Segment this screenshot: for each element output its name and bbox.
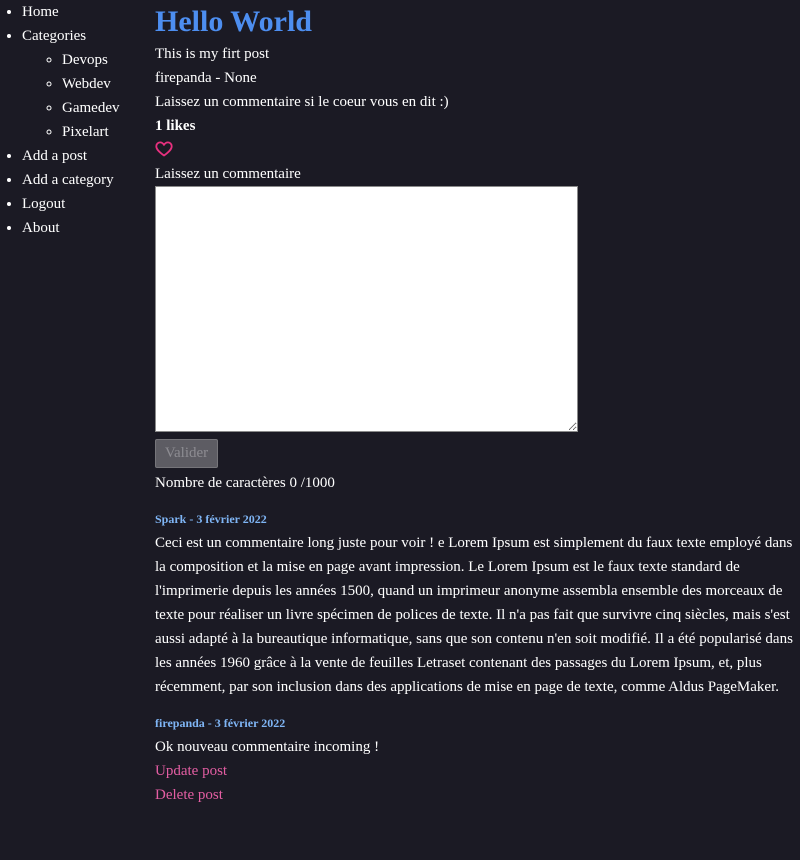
delete-post-link[interactable]: Delete post [155,783,795,807]
char-counter: Nombre de caractères 0 /1000 [155,475,335,491]
nav-item-about[interactable]: About [22,216,150,240]
post-content: Hello World This is my firt post firepan… [155,0,795,807]
nav-category-webdev[interactable]: Webdev [62,72,150,96]
update-post-link[interactable]: Update post [155,759,795,783]
category-list: Devops Webdev Gamedev Pixelart [22,48,150,144]
comment-body: Ceci est un commentaire long juste pour … [155,535,793,695]
comment-meta: firepanda - 3 février 2022 [155,716,286,730]
post-meta: firepanda - None [155,70,257,86]
nav-category-pixelart[interactable]: Pixelart [62,120,150,144]
likes-count: 1 likes [155,118,196,134]
comment-form-label: Laissez un commentaire [155,166,301,182]
nav-category-devops[interactable]: Devops [62,48,150,72]
nav-categories-label[interactable]: Categories [22,28,86,44]
submit-comment-button[interactable]: Valider [155,439,218,468]
comment-textarea[interactable] [155,186,578,432]
main-nav: Home Categories Devops Webdev Gamedev Pi… [0,0,150,240]
nav-item-home[interactable]: Home [22,0,150,24]
nav-category-gamedev[interactable]: Gamedev [62,96,150,120]
post-title: Hello World [155,5,312,38]
nav-item-add-category[interactable]: Add a category [22,168,150,192]
comment-item: firepanda - 3 février 2022 Ok nouveau co… [155,711,795,759]
post-body: This is my firt post [155,46,270,62]
nav-item-categories[interactable]: Categories Devops Webdev Gamedev Pixelar… [22,24,150,144]
nav-list: Home Categories Devops Webdev Gamedev Pi… [0,0,150,240]
nav-item-logout[interactable]: Logout [22,192,150,216]
comment-item: Spark - 3 février 2022 Ceci est un comme… [155,507,795,699]
comment-meta: Spark - 3 février 2022 [155,512,267,526]
comment-body: Ok nouveau commentaire incoming ! [155,739,380,755]
comment-invite: Laissez un commentaire si le coeur vous … [155,94,449,110]
heart-icon[interactable] [155,138,173,162]
nav-item-add-post[interactable]: Add a post [22,144,150,168]
